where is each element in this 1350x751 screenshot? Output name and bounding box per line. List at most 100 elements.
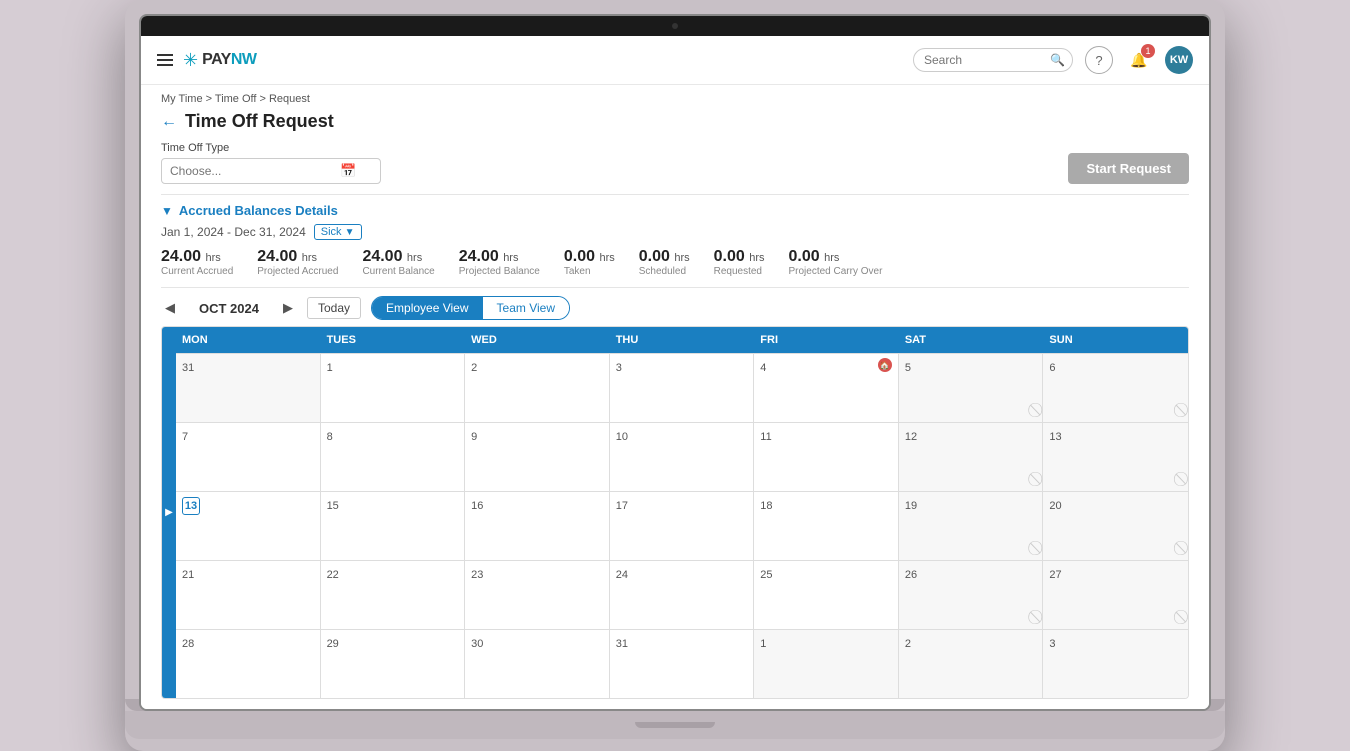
day-number: 16 <box>471 500 483 512</box>
balance-label: Taken <box>564 266 615 277</box>
balance-stat: 0.00 hrsRequested <box>714 248 765 277</box>
day-number: 29 <box>327 638 339 650</box>
calendar-day[interactable]: 26⃠ <box>899 561 1044 629</box>
sick-type-badge[interactable]: Sick ▼ <box>314 224 362 240</box>
day-number: 20 <box>1049 500 1061 512</box>
day-number: 19 <box>905 500 917 512</box>
calendar-day[interactable]: 23 <box>465 561 610 629</box>
calendar-day[interactable]: 22 <box>321 561 466 629</box>
calendar-day[interactable]: 24 <box>610 561 755 629</box>
day-number: 2 <box>905 638 911 650</box>
search-icon: 🔍 <box>1050 53 1065 67</box>
calendar-day[interactable]: 9 <box>465 423 610 491</box>
balance-label: Current Accrued <box>161 266 233 277</box>
balance-value: 24.00 hrs <box>257 248 338 266</box>
day-number: 10 <box>616 431 628 443</box>
back-button[interactable]: ← <box>161 113 177 131</box>
hamburger-menu[interactable] <box>157 54 173 66</box>
search-box[interactable]: 🔍 <box>913 48 1073 72</box>
calendar-body: 311234🏠5⃠6⃠789101112⃠13⃠131516171819⃠20⃠… <box>176 353 1188 698</box>
next-month-button[interactable]: ▶ <box>279 298 297 318</box>
calendar-day[interactable]: 1 <box>754 630 899 698</box>
time-off-type-label: Time Off Type <box>161 142 381 154</box>
calendar-day[interactable]: 28 <box>176 630 321 698</box>
page-title: Time Off Request <box>185 111 334 132</box>
time-off-type-section: Time Off Type 📅 Start Request <box>161 142 1189 184</box>
balance-stat: 0.00 hrsProjected Carry Over <box>789 248 883 277</box>
calendar-day-header: MON <box>176 327 321 353</box>
notifications-button[interactable]: 🔔 1 <box>1125 46 1153 74</box>
notification-badge: 1 <box>1141 44 1155 58</box>
balance-label: Projected Balance <box>459 266 540 277</box>
calendar-day[interactable]: 4🏠 <box>754 354 899 422</box>
calendar-week: 789 10 1112⃠13⃠ <box>176 422 1188 491</box>
calendar-day[interactable]: 27⃠ <box>1043 561 1188 629</box>
calendar-day[interactable]: 2 <box>899 630 1044 698</box>
accrued-balances-header[interactable]: ▼ Accrued Balances Details <box>161 203 1189 218</box>
calendar-day[interactable]: 8 <box>321 423 466 491</box>
balance-label: Current Balance <box>362 266 434 277</box>
calendar-day[interactable]: 7 <box>176 423 321 491</box>
day-number: 28 <box>182 638 194 650</box>
employee-view-button[interactable]: Employee View <box>372 297 483 319</box>
calendar-day[interactable]: 2 <box>465 354 610 422</box>
day-number: 3 <box>1049 638 1055 650</box>
calendar-week: 31 1 2 3 4🏠5⃠6⃠ <box>176 353 1188 422</box>
calendar-day[interactable]: 31 <box>610 630 755 698</box>
user-avatar[interactable]: KW <box>1165 46 1193 74</box>
day-number: 3 <box>616 362 622 374</box>
calendar-day[interactable]: 3 <box>1043 630 1188 698</box>
day-number: 17 <box>616 500 628 512</box>
day-number: 31 <box>616 638 628 650</box>
day-number: 1 <box>327 362 333 374</box>
calendar-day[interactable]: 13⃠ <box>1043 423 1188 491</box>
calendar-day[interactable]: 5⃠ <box>899 354 1044 422</box>
calendar-day[interactable]: 18 <box>754 492 899 560</box>
calendar-day[interactable]: 30 <box>465 630 610 698</box>
choose-input[interactable] <box>170 164 340 178</box>
calendar-day[interactable]: 11 <box>754 423 899 491</box>
logo-text: PAYNW <box>202 51 256 69</box>
day-number: 5 <box>905 362 911 374</box>
calendar-day[interactable]: 25 <box>754 561 899 629</box>
balance-label: Projected Carry Over <box>789 266 883 277</box>
calendar-day[interactable]: 31 <box>176 354 321 422</box>
team-view-button[interactable]: Team View <box>483 297 569 319</box>
today-button[interactable]: Today <box>307 297 361 319</box>
day-number: 18 <box>760 500 772 512</box>
accrued-date-row: Jan 1, 2024 - Dec 31, 2024 Sick ▼ <box>161 224 1189 240</box>
calendar-day[interactable]: 13 <box>176 492 321 560</box>
calendar-day[interactable]: 6⃠ <box>1043 354 1188 422</box>
day-number: 31 <box>182 362 194 374</box>
day-number: 26 <box>905 569 917 581</box>
search-input[interactable] <box>924 53 1044 67</box>
calendar-day[interactable]: 15 <box>321 492 466 560</box>
start-request-button[interactable]: Start Request <box>1068 153 1189 184</box>
calendar-day[interactable]: 17 <box>610 492 755 560</box>
calendar-day-header: SAT <box>899 327 1044 353</box>
holiday-icon: 🏠 <box>878 358 892 372</box>
divider-2 <box>161 287 1189 288</box>
calendar-day[interactable]: 29 <box>321 630 466 698</box>
chevron-down-icon: ▼ <box>161 204 173 218</box>
calendar-day[interactable]: 12⃠ <box>899 423 1044 491</box>
balance-stat: 24.00 hrsProjected Accrued <box>257 248 338 277</box>
calendar-day[interactable]: 16 <box>465 492 610 560</box>
calendar-day[interactable]: 10 <box>610 423 755 491</box>
calendar-day[interactable]: 1 <box>321 354 466 422</box>
calendar-day[interactable]: 20⃠ <box>1043 492 1188 560</box>
calendar-day[interactable]: 21 <box>176 561 321 629</box>
main-content: My Time > Time Off > Request ← Time Off … <box>141 85 1209 709</box>
day-number: 15 <box>327 500 339 512</box>
day-number: 30 <box>471 638 483 650</box>
calendar-day-header: WED <box>465 327 610 353</box>
time-off-type-input[interactable]: 📅 <box>161 158 381 184</box>
prev-month-button[interactable]: ◀ <box>161 298 179 318</box>
balance-value: 0.00 hrs <box>714 248 765 266</box>
calendar-sidebar-arrow[interactable]: ▶ <box>162 327 176 698</box>
calendar-day[interactable]: 19⃠ <box>899 492 1044 560</box>
help-icon: ? <box>1095 53 1102 68</box>
calendar-day[interactable]: 3 <box>610 354 755 422</box>
help-button[interactable]: ? <box>1085 46 1113 74</box>
day-number: 2 <box>471 362 477 374</box>
